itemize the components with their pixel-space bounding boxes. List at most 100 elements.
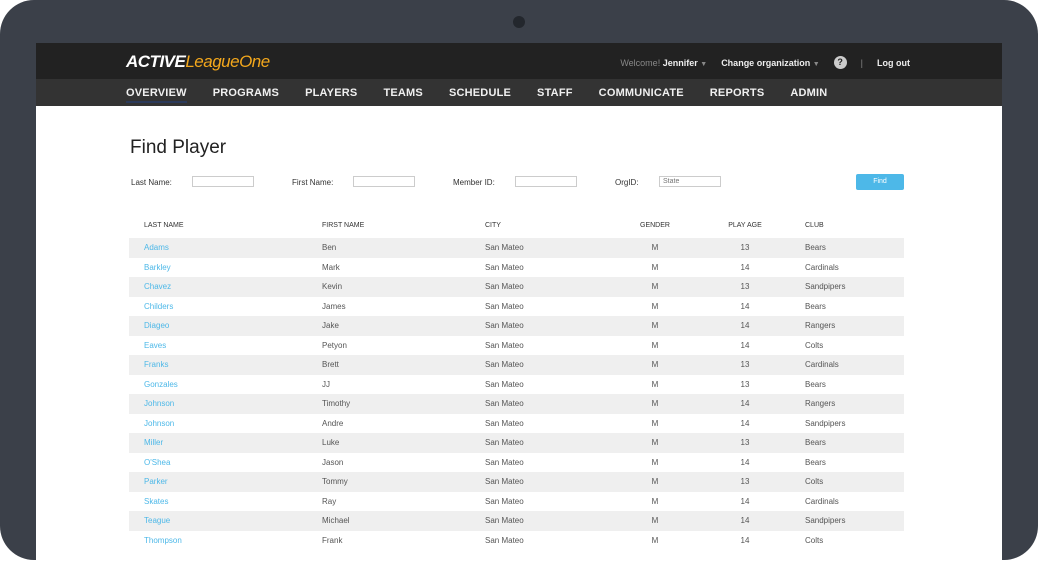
table-row[interactable]: Diageo Jake San Mateo M 14 Rangers <box>129 316 904 336</box>
first-name-cell: Petyon <box>322 340 347 350</box>
table-row[interactable]: Skates Ray San Mateo M 14 Cardinals <box>129 492 904 512</box>
nav-schedule[interactable]: SCHEDULE <box>449 87 511 99</box>
last-name-link[interactable]: Franks <box>129 355 307 375</box>
last-name-link[interactable]: Eaves <box>129 336 307 356</box>
city-cell: San Mateo <box>485 379 524 389</box>
first-name-cell: Ben <box>322 243 337 253</box>
last-name-link[interactable]: Thompson <box>129 531 307 551</box>
club-cell: Cardinals <box>805 360 839 370</box>
play-age-cell: 14 <box>740 262 750 272</box>
last-name-link[interactable]: Johnson <box>129 394 307 414</box>
logout-link[interactable]: Log out <box>877 58 910 68</box>
nav-admin[interactable]: ADMIN <box>790 87 827 99</box>
table-row[interactable]: Childers James San Mateo M 14 Bears <box>129 297 904 317</box>
user-dropdown[interactable]: Welcome! Jennifer ▼ <box>620 58 707 68</box>
first-name-cell: Kevin <box>322 282 343 292</box>
city-cell: San Mateo <box>485 535 524 545</box>
first-name-cell: Jake <box>322 321 339 331</box>
table-row[interactable]: Thompson Frank San Mateo M 14 Colts <box>129 531 904 551</box>
play-age-cell: 14 <box>740 418 750 428</box>
first-name-cell: Timothy <box>322 399 351 409</box>
play-age-cell: 13 <box>740 360 750 370</box>
gender-cell: M <box>651 438 659 448</box>
find-button[interactable]: Find <box>856 174 904 190</box>
nav-overview[interactable]: OVERVIEW <box>126 87 187 103</box>
gender-cell: M <box>651 282 659 292</box>
nav-teams[interactable]: TEAMS <box>383 87 423 99</box>
last-name-link[interactable]: Childers <box>129 297 307 317</box>
nav-players[interactable]: PLAYERS <box>305 87 357 99</box>
nav-staff[interactable]: STAFF <box>537 87 573 99</box>
nav-programs[interactable]: PROGRAMS <box>213 87 279 99</box>
column-header-play-age[interactable]: PLAY AGE <box>700 213 790 238</box>
device-frame: ACTIVELeagueOne Welcome! Jennifer ▼ Chan… <box>0 0 1038 563</box>
city-cell: San Mateo <box>485 477 524 487</box>
column-header-last-name[interactable]: LAST NAME <box>129 213 307 238</box>
play-age-cell: 14 <box>740 535 750 545</box>
nav-communicate[interactable]: COMMUNICATE <box>599 87 684 99</box>
play-age-cell: 14 <box>740 399 750 409</box>
table-row[interactable]: Adams Ben San Mateo M 13 Bears <box>129 238 904 258</box>
last-name-link[interactable]: Diageo <box>129 316 307 336</box>
column-header-club[interactable]: CLUB <box>790 213 904 238</box>
table-row[interactable]: O'Shea Jason San Mateo M 14 Bears <box>129 453 904 473</box>
help-icon[interactable]: ? <box>833 56 847 69</box>
table-row[interactable]: Miller Luke San Mateo M 13 Bears <box>129 433 904 453</box>
change-org-dropdown[interactable]: Change organization ▼ <box>721 58 819 68</box>
city-cell: San Mateo <box>485 282 524 292</box>
last-name-link[interactable]: Miller <box>129 433 307 453</box>
club-cell: Sandpipers <box>805 282 846 292</box>
play-age-cell: 13 <box>740 282 750 292</box>
table-row[interactable]: Parker Tommy San Mateo M 13 Colts <box>129 472 904 492</box>
first-name-input[interactable] <box>353 176 415 187</box>
org-id-input[interactable] <box>659 176 721 187</box>
table-row[interactable]: Gonzales JJ San Mateo M 13 Bears <box>129 375 904 395</box>
member-id-input[interactable] <box>515 176 577 187</box>
org-id-label: OrgID: <box>615 178 639 187</box>
last-name-link[interactable]: Adams <box>129 238 307 258</box>
table-row[interactable]: Teague Michael San Mateo M 14 Sandpipers <box>129 511 904 531</box>
last-name-link[interactable]: Barkley <box>129 258 307 278</box>
last-name-input[interactable] <box>192 176 254 187</box>
last-name-link[interactable]: Gonzales <box>129 375 307 395</box>
column-header-first-name[interactable]: FIRST NAME <box>307 213 470 238</box>
welcome-text: Welcome! <box>620 57 661 68</box>
first-name-label: First Name: <box>292 178 334 187</box>
table-row[interactable]: Johnson Andre San Mateo M 14 Sandpipers <box>129 414 904 434</box>
last-name-link[interactable]: Teague <box>129 511 307 531</box>
club-cell: Colts <box>805 535 824 545</box>
table-row[interactable]: Eaves Petyon San Mateo M 14 Colts <box>129 336 904 356</box>
gender-cell: M <box>651 496 659 506</box>
play-age-cell: 14 <box>740 516 750 526</box>
page-title: Find Player <box>130 137 227 158</box>
club-cell: Cardinals <box>805 262 839 272</box>
user-name: Jennifer <box>662 57 698 68</box>
play-age-cell: 14 <box>740 340 750 350</box>
chevron-down-icon: ▼ <box>700 60 708 68</box>
last-name-link[interactable]: Johnson <box>129 414 307 434</box>
play-age-cell: 13 <box>740 379 750 389</box>
gender-cell: M <box>651 243 659 253</box>
table-row[interactable]: Chavez Kevin San Mateo M 13 Sandpipers <box>129 277 904 297</box>
logo-rest: LeagueOne <box>185 52 270 71</box>
column-header-city[interactable]: CITY <box>470 213 610 238</box>
app-screen: ACTIVELeagueOne Welcome! Jennifer ▼ Chan… <box>36 43 1002 563</box>
club-cell: Sandpipers <box>805 516 846 526</box>
city-cell: San Mateo <box>485 360 524 370</box>
logo[interactable]: ACTIVELeagueOne <box>126 52 270 72</box>
chevron-down-icon: ▼ <box>812 60 820 68</box>
play-age-cell: 13 <box>740 438 750 448</box>
table-row[interactable]: Franks Brett San Mateo M 13 Cardinals <box>129 355 904 375</box>
last-name-link[interactable]: Parker <box>129 472 307 492</box>
first-name-cell: Jason <box>322 457 344 467</box>
nav-reports[interactable]: REPORTS <box>710 87 765 99</box>
change-org-label: Change organization <box>721 57 811 68</box>
table-row[interactable]: Johnson Timothy San Mateo M 14 Rangers <box>129 394 904 414</box>
top-bar: ACTIVELeagueOne Welcome! Jennifer ▼ Chan… <box>36 43 1002 79</box>
last-name-link[interactable]: O'Shea <box>129 453 307 473</box>
last-name-link[interactable]: Chavez <box>129 277 307 297</box>
last-name-link[interactable]: Skates <box>129 492 307 512</box>
table-row[interactable]: Barkley Mark San Mateo M 14 Cardinals <box>129 258 904 278</box>
column-header-gender[interactable]: GENDER <box>610 213 700 238</box>
gender-cell: M <box>651 321 659 331</box>
